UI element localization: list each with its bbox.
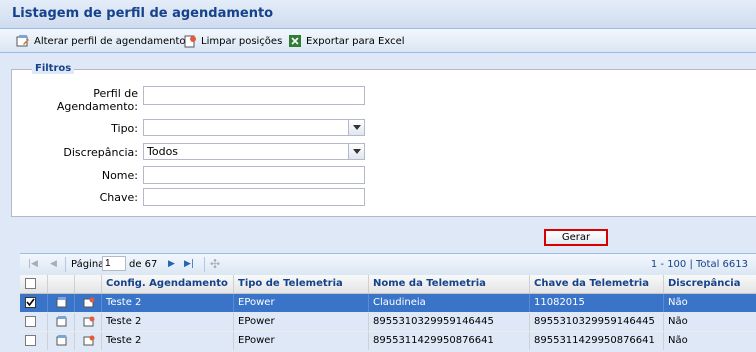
prev-page-icon[interactable]: ◀ (50, 259, 57, 269)
chave-label: Chave: (99, 191, 138, 204)
edit-row-icon[interactable] (56, 297, 68, 308)
col-header-tipo[interactable]: Tipo de Telemetria (234, 275, 369, 293)
limpar-posicoes-label: Limpar posições (201, 35, 283, 47)
first-page-icon[interactable]: |◀ (28, 259, 38, 269)
limpar-posicoes-button[interactable]: Limpar posições (183, 33, 282, 49)
detail-row-cell[interactable] (75, 332, 102, 350)
detail-row-cell[interactable] (75, 313, 102, 331)
separator (204, 257, 205, 272)
edit-row-icon[interactable] (56, 335, 68, 346)
edit-row-cell[interactable] (48, 313, 75, 331)
cell-chave: 8955310329959146445 (530, 313, 664, 331)
alterar-perfil-label: Alterar perfil de agendamento (34, 35, 186, 47)
cell-chave: 8955311429950876641 (530, 332, 664, 350)
nome-input[interactable] (143, 166, 365, 184)
total-label: Total 6613 (696, 259, 748, 270)
perfil-label-line2: Agendamento: (56, 100, 138, 113)
detail-row-icon[interactable] (83, 297, 95, 308)
detail-row-icon[interactable] (83, 335, 95, 346)
exportar-excel-button[interactable]: Exportar para Excel (288, 33, 405, 49)
discrepancia-select[interactable]: Todos (143, 143, 365, 160)
nome-label: Nome: (101, 169, 138, 182)
edit-profile-icon (16, 34, 30, 48)
tipo-label: Tipo: (111, 122, 138, 135)
edit-row-icon[interactable] (56, 316, 68, 327)
range-label: 1 - 100 (650, 259, 687, 270)
page-input[interactable] (102, 256, 126, 271)
paging-toolbar: |◀ ◀ Página de 67 ▶ ▶| ✣ 1 - 100 | Total… (20, 253, 756, 277)
gerar-button[interactable]: Gerar (544, 229, 608, 246)
paging-info: 1 - 100 | Total 6613 (650, 259, 748, 270)
alterar-perfil-button[interactable]: Alterar perfil de agendamento (16, 33, 185, 49)
perfil-label-line1: Perfil de (93, 87, 138, 100)
row-select-cell[interactable] (20, 332, 48, 350)
cell-config: Teste 2 (102, 294, 234, 312)
page-label: Página (71, 259, 105, 270)
row-checkbox[interactable] (25, 335, 36, 346)
row-select-cell[interactable] (20, 313, 48, 331)
refresh-icon[interactable]: ✣ (210, 257, 220, 271)
row-select-cell[interactable] (20, 294, 48, 312)
window-title-bar: Listagem de perfil de agendamento (0, 0, 756, 29)
window-title: Listagem de perfil de agendamento (12, 6, 274, 21)
table-row[interactable]: Teste 2 EPower 8955310329959146445 89553… (20, 313, 756, 332)
perfil-agendamento-input[interactable] (143, 86, 365, 105)
col-header-nome[interactable]: Nome da Telemetria (369, 275, 530, 293)
chave-input[interactable] (143, 188, 365, 206)
cell-nome: 8955310329959146445 (369, 313, 530, 331)
perfil-agendamento-label: Perfil de Agendamento: (22, 87, 138, 113)
tipo-dropdown-arrow-icon[interactable] (348, 120, 364, 135)
col-header-chave[interactable]: Chave da Telemetria (530, 275, 664, 293)
grid-header-row: Config. Agendamento Tipo de Telemetria N… (20, 275, 756, 294)
cell-nome: Claudineia (369, 294, 530, 312)
toolbar: Alterar perfil de agendamento Limpar pos… (0, 29, 756, 53)
exportar-excel-label: Exportar para Excel (306, 35, 405, 47)
cell-chave: 11082015 (530, 294, 664, 312)
cell-config: Teste 2 (102, 313, 234, 331)
separator (65, 257, 66, 272)
row-checkbox-checked[interactable] (25, 297, 36, 308)
filtros-legend: Filtros (32, 63, 75, 74)
clear-icon (183, 34, 197, 48)
edit-row-cell[interactable] (48, 294, 75, 312)
action-header-1 (48, 275, 75, 293)
next-page-icon[interactable]: ▶ (168, 259, 175, 269)
cell-tipo: EPower (234, 332, 369, 350)
select-all-checkbox[interactable] (25, 278, 36, 289)
cell-tipo: EPower (234, 294, 369, 312)
cell-discrepancia: Não (668, 316, 688, 327)
col-header-discrepancia[interactable]: Discrepância (664, 275, 756, 293)
col-header-config[interactable]: Config. Agendamento (102, 275, 234, 293)
excel-icon (288, 34, 302, 48)
cell-config: Teste 2 (102, 332, 234, 350)
detail-row-cell[interactable] (75, 294, 102, 312)
discrepancia-dropdown-arrow-icon[interactable] (348, 144, 364, 159)
detail-row-icon[interactable] (83, 316, 95, 327)
cell-tipo: EPower (234, 313, 369, 331)
page-of-label: de 67 (129, 259, 158, 270)
cell-nome: 8955311429950876641 (369, 332, 530, 350)
discrepancia-label: Discrepância: (63, 146, 138, 159)
table-row[interactable]: Teste 2 EPower 8955311429950876641 89553… (20, 332, 756, 350)
discrepancia-value: Todos (147, 145, 179, 158)
edit-row-cell[interactable] (48, 332, 75, 350)
row-checkbox[interactable] (25, 316, 36, 327)
action-header-2 (75, 275, 102, 293)
table-row[interactable]: Teste 2 EPower Claudineia 11082015 Não (20, 294, 756, 312)
cell-discrepancia: Não (668, 335, 688, 346)
cell-discrepancia: Não (668, 297, 688, 308)
tipo-select[interactable] (143, 119, 365, 136)
select-all-header[interactable] (20, 275, 48, 293)
last-page-icon[interactable]: ▶| (184, 259, 194, 269)
